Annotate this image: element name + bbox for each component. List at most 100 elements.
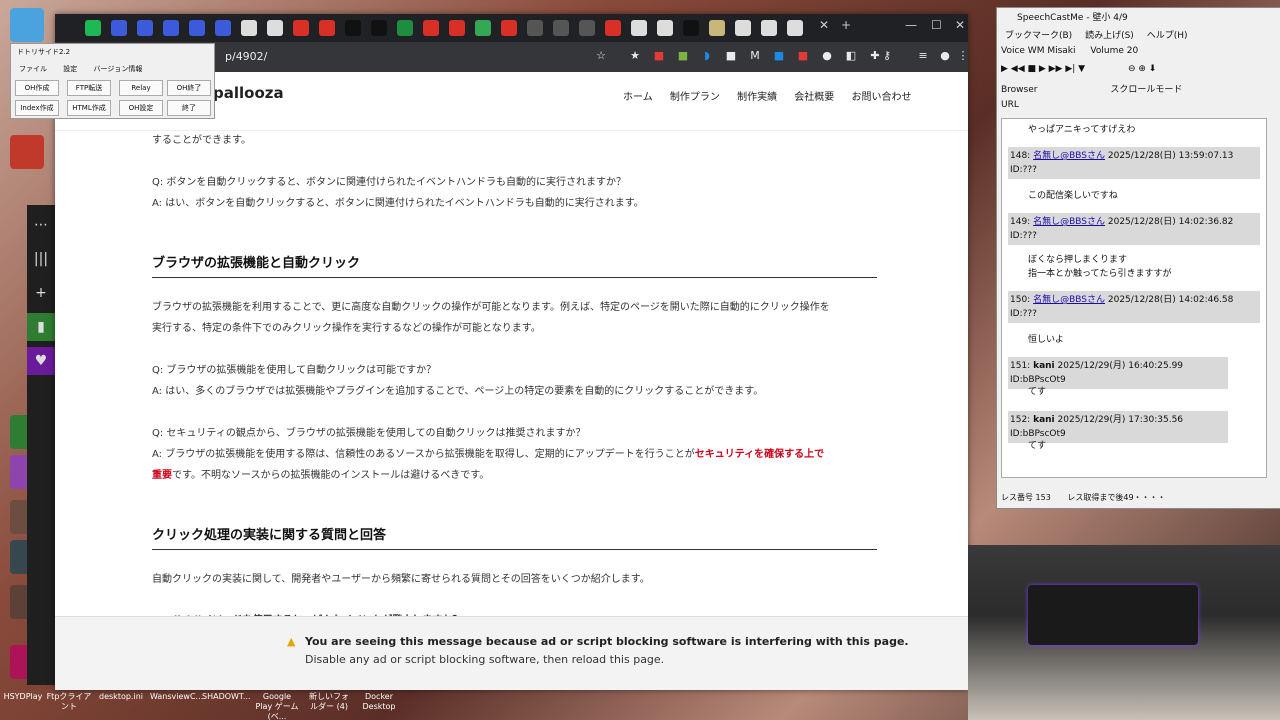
key-icon[interactable]: ⚷ [881, 50, 893, 62]
url-field[interactable]: p/4902/ [225, 50, 267, 63]
tab-favicon[interactable] [163, 20, 179, 36]
extension-icon[interactable]: ● [821, 50, 833, 62]
site-nav: ホーム 制作プラン 制作実績 会社概要 お問い合わせ [623, 88, 925, 103]
nav-plan[interactable]: 制作プラン [670, 92, 720, 103]
tab-favicon[interactable] [527, 20, 543, 36]
tab-favicon[interactable] [189, 20, 205, 36]
tool-button[interactable]: 終了 [167, 100, 211, 116]
new-tab-icon[interactable]: + [841, 18, 851, 32]
menu-item[interactable]: 設定 [63, 65, 77, 73]
tab-favicon[interactable] [111, 20, 127, 36]
heart-icon[interactable]: ♥ [27, 347, 55, 375]
star-icon[interactable]: ☆ [595, 50, 607, 62]
tab-favicon[interactable] [761, 20, 777, 36]
menu-item[interactable]: 読み上げ(S) [1085, 31, 1134, 41]
nav-works[interactable]: 制作実績 [737, 92, 777, 103]
tool-button[interactable]: OH作成 [15, 80, 59, 96]
more-icon[interactable]: ⋯ [27, 211, 55, 239]
adblock-notice: ▲ You are seeing this message because ad… [55, 616, 968, 690]
extension-icon[interactable]: ■ [725, 50, 737, 62]
site-logo[interactable]: pallooza [213, 84, 284, 102]
tool-button[interactable]: OH設定 [119, 100, 163, 116]
close-tab-icon[interactable]: ✕ [819, 18, 829, 32]
tab-favicon[interactable] [345, 20, 361, 36]
menu-icon[interactable]: ⋮ [957, 50, 969, 62]
icon-label[interactable]: desktop.ini [98, 692, 144, 702]
tab-favicon[interactable] [709, 20, 725, 36]
puzzle-icon[interactable]: ✚ [869, 50, 881, 62]
icon-label[interactable]: WansviewC... [150, 692, 203, 702]
nav-contact[interactable]: お問い合わせ [851, 92, 911, 103]
tool-button[interactable]: FTP転送 [67, 80, 111, 96]
icon-label[interactable]: Google Play ゲーム (ベ... [254, 692, 300, 720]
tab-favicon[interactable] [475, 20, 491, 36]
voice-select[interactable]: Voice WM Misaki [1001, 46, 1076, 56]
tab-favicon[interactable] [579, 20, 595, 36]
tab-favicon[interactable] [241, 20, 257, 36]
menu-item[interactable]: ブックマーク(B) [1005, 31, 1072, 41]
add-icon[interactable]: + [27, 279, 55, 307]
tab-favicon[interactable] [449, 20, 465, 36]
extension-icon[interactable]: ■ [653, 50, 665, 62]
tab-favicon[interactable] [267, 20, 283, 36]
close-icon[interactable]: ✕ [955, 18, 965, 32]
extension-icon[interactable]: ■ [797, 50, 809, 62]
zoom-icon[interactable]: ⊖ ⊕ ⬇ [1128, 64, 1156, 74]
tab-favicon[interactable] [319, 20, 335, 36]
menu-item[interactable]: ファイル [19, 65, 47, 73]
post-name-link[interactable]: 名無し@BBSさん [1033, 151, 1105, 161]
tab-favicon[interactable] [683, 20, 699, 36]
post-header: 150: 名無し@BBSさん 2025/12/28(日) 14:02:46.58… [1008, 291, 1260, 323]
icon-label[interactable]: HSYDPlay [0, 692, 46, 702]
tab-favicon[interactable] [137, 20, 153, 36]
menu-bar: ブックマーク(B) 読み上げ(S) ヘルプ(H) [1005, 28, 1198, 41]
tab-favicon[interactable] [371, 20, 387, 36]
pc-icon[interactable] [10, 8, 44, 42]
answer: 重要です。不明なソースからの拡張機能のインストールは避けるべきです。 [152, 465, 877, 486]
scroll-mode[interactable]: スクロールモード [1110, 85, 1182, 95]
tool-button[interactable]: Relay [119, 80, 163, 96]
reading-list-icon[interactable]: ≡ [917, 50, 929, 62]
tab-favicon[interactable] [787, 20, 803, 36]
post-body: ぼくなら押しまくります [1028, 255, 1128, 265]
app-icon[interactable] [10, 135, 44, 169]
tab-favicon[interactable] [605, 20, 621, 36]
extension-icon[interactable]: ■ [677, 50, 689, 62]
post-name-link[interactable]: 名無し@BBSさん [1033, 217, 1105, 227]
extension-icon[interactable]: ■ [773, 50, 785, 62]
icon-label[interactable]: SHADOWT... [202, 692, 251, 702]
minimize-icon[interactable]: — [905, 18, 917, 32]
extension-icon[interactable]: M [749, 50, 761, 62]
tab-favicon[interactable] [85, 20, 101, 36]
maximize-icon[interactable]: ☐ [931, 18, 942, 32]
tab-favicon[interactable] [423, 20, 439, 36]
extension-icon[interactable]: ◧ [845, 50, 857, 62]
tab-favicon[interactable] [553, 20, 569, 36]
nav-company[interactable]: 会社概要 [794, 92, 834, 103]
extension-icon[interactable]: ★ [629, 50, 641, 62]
tool-button[interactable]: OH終了 [167, 80, 211, 96]
menu-item[interactable]: ヘルプ(H) [1147, 31, 1188, 41]
tool-button[interactable]: Index作成 [15, 100, 59, 116]
tab-favicon[interactable] [293, 20, 309, 36]
profile-icon[interactable]: ● [939, 50, 951, 62]
library-icon[interactable]: ||| [27, 245, 55, 273]
tab-favicon[interactable] [501, 20, 517, 36]
tab-favicon[interactable] [215, 20, 231, 36]
bookmark-icon[interactable]: ▮ [27, 313, 55, 341]
extension-icon[interactable]: ◗ [701, 50, 713, 62]
tool-button[interactable]: HTML作成 [67, 100, 111, 116]
tab-favicon[interactable] [631, 20, 647, 36]
icon-label[interactable]: 新しいフォルダー (4) [306, 692, 352, 712]
volume-control[interactable]: Volume 20 [1090, 46, 1138, 56]
post-name-link[interactable]: 名無し@BBSさん [1033, 295, 1105, 305]
tab-favicon[interactable] [657, 20, 673, 36]
icon-label[interactable]: Ftpクライアント [46, 692, 92, 712]
tab-bar: ✕ + — ☐ ✕ [55, 14, 968, 42]
play-icon[interactable]: ▶ ◀◀ ■ ▶ ▶▶ ▶| ▼ [1001, 64, 1085, 74]
menu-item[interactable]: バージョン情報 [93, 65, 142, 73]
icon-label[interactable]: Docker Desktop [356, 692, 402, 712]
tab-favicon[interactable] [735, 20, 751, 36]
nav-home[interactable]: ホーム [623, 92, 653, 103]
tab-favicon[interactable] [397, 20, 413, 36]
